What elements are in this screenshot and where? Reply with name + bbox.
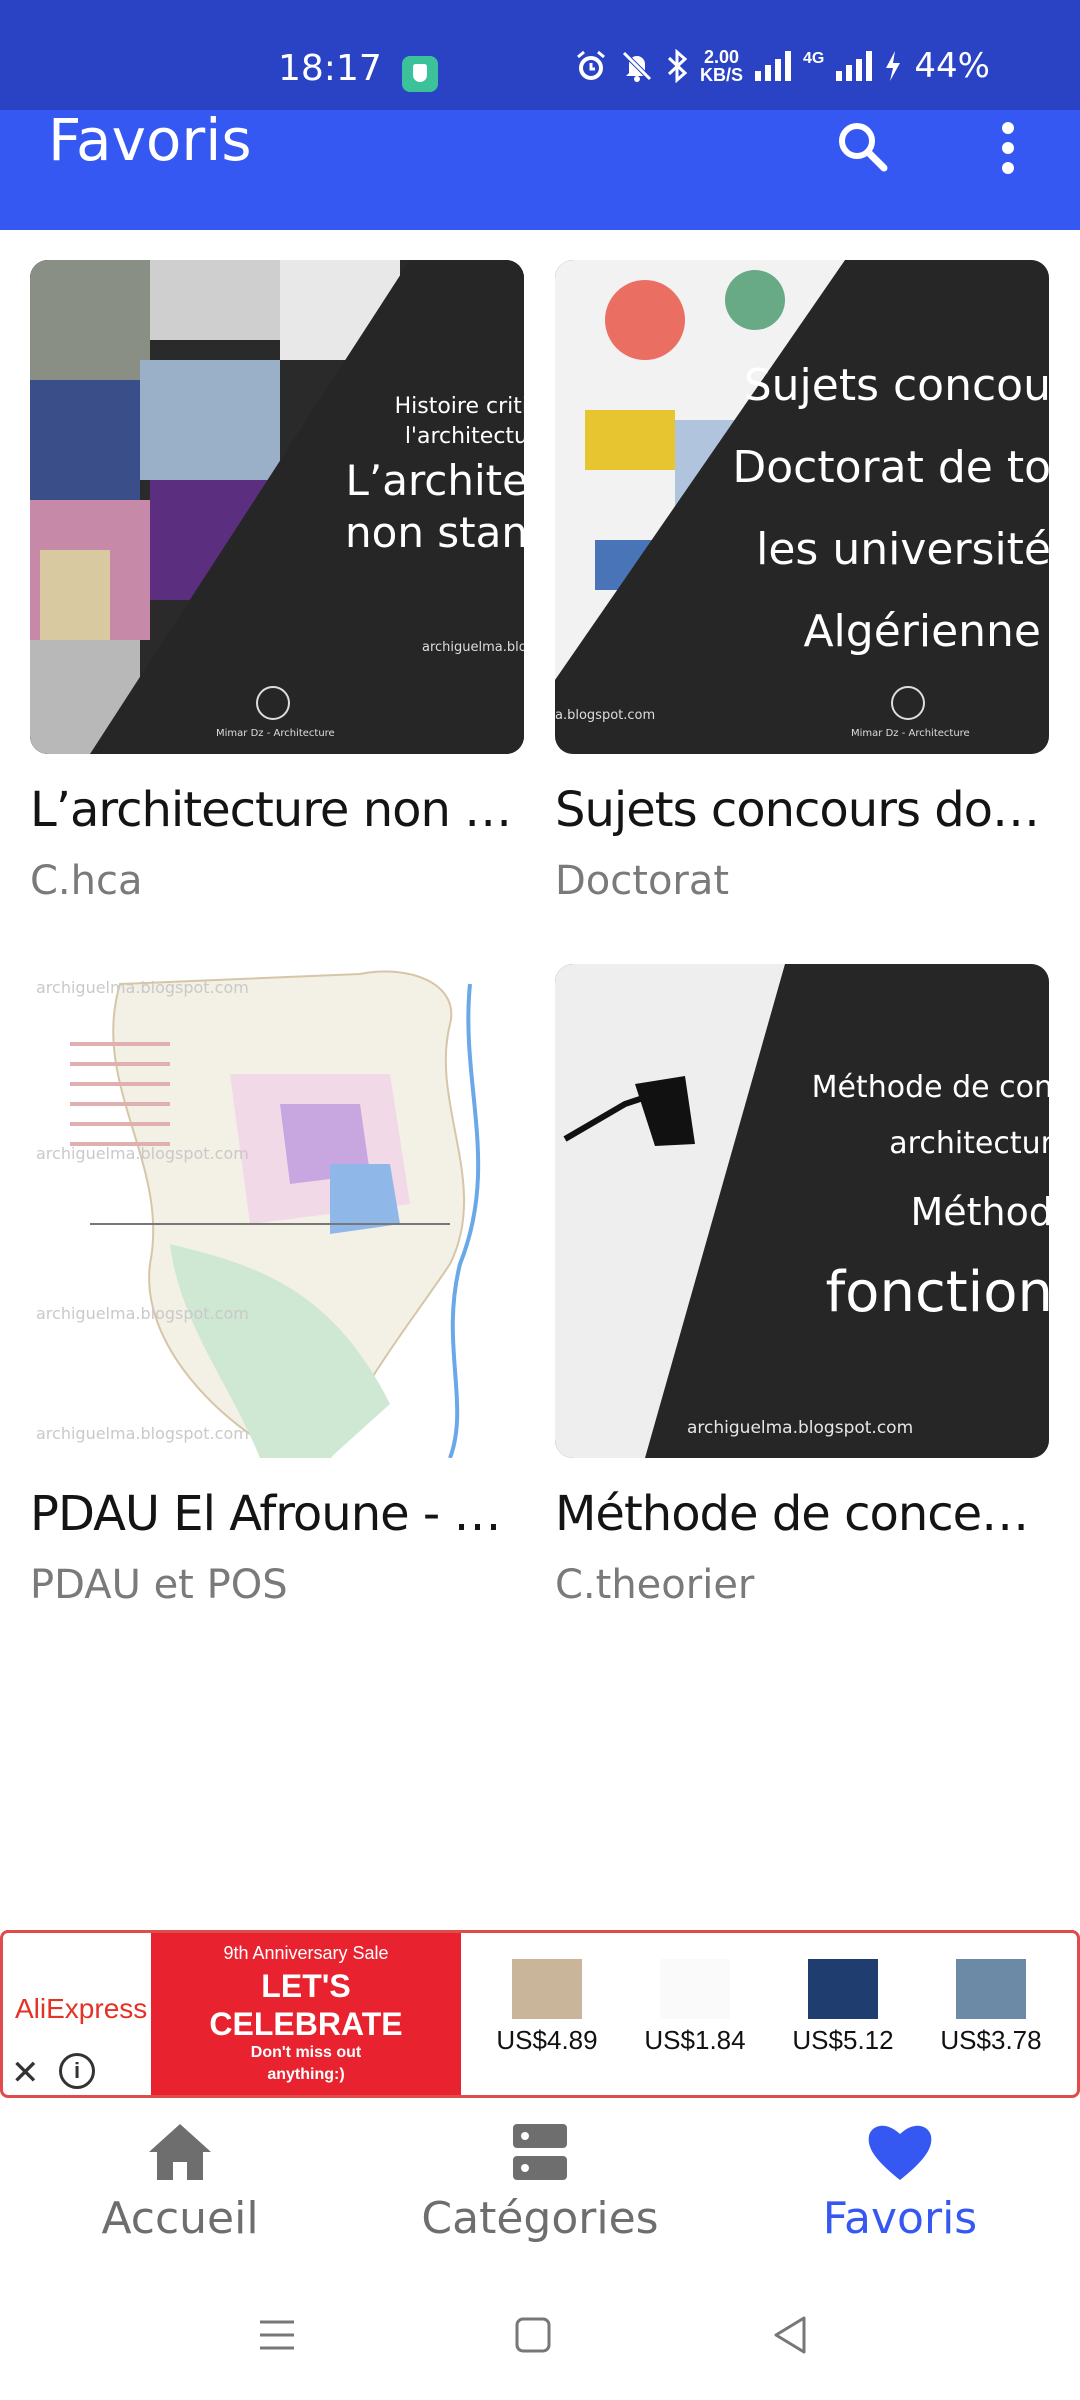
- charging-icon: [886, 51, 901, 81]
- search-icon[interactable]: [834, 118, 890, 174]
- more-vert-icon[interactable]: [988, 118, 1028, 178]
- info-icon[interactable]: i: [59, 2053, 95, 2089]
- card-thumbnail[interactable]: archiguelma.blogspot.com archiguelma.blo…: [30, 964, 524, 1458]
- net-speed: 2.00 KB/S: [700, 47, 744, 85]
- bottom-nav: Accueil Catégories Favoris: [0, 2100, 1080, 2270]
- signal-icon: [755, 51, 792, 81]
- recents-icon[interactable]: [252, 2310, 302, 2360]
- page-title: Favoris: [48, 106, 252, 174]
- alarm-icon: [577, 50, 605, 80]
- bluetooth-icon: [667, 49, 688, 83]
- ad-brand[interactable]: AliExpress: [15, 1993, 147, 2025]
- nav-label: Favoris: [822, 2193, 978, 2244]
- card-category: C.theorier: [555, 1562, 755, 1608]
- app-bar: Favoris: [0, 110, 1080, 230]
- status-bar: 18:17 2.00 KB/S 4G 44%: [0, 0, 1080, 110]
- nav-item-favoris[interactable]: Favoris: [750, 2120, 1050, 2244]
- battery-level: 44%: [914, 46, 990, 86]
- system-nav: [0, 2270, 1080, 2400]
- product-image: [660, 1959, 730, 2019]
- ad-banner[interactable]: AliExpress ✕ i 9th Anniversary Sale LET'…: [0, 1930, 1080, 2098]
- favorite-card[interactable]: archiguelma.blogspot.com archiguelma.blo…: [30, 964, 524, 1608]
- ad-product[interactable]: US$4.89: [473, 1959, 621, 2056]
- card-category: Doctorat: [555, 858, 730, 904]
- categories-icon: [513, 2124, 567, 2180]
- favorite-card[interactable]: Histoire criti l'architectu L’archite no…: [30, 260, 524, 904]
- status-icons: 2.00 KB/S 4G 44%: [574, 46, 990, 86]
- shield-icon: [402, 56, 438, 92]
- card-thumbnail[interactable]: Méthode de con architectur Méthod foncti…: [555, 964, 1049, 1458]
- home-square-icon[interactable]: [508, 2310, 558, 2360]
- ad-product[interactable]: US$3.78: [917, 1959, 1065, 2056]
- collage-image: [30, 260, 524, 754]
- card-thumbnail[interactable]: Histoire criti l'architectu L’archite no…: [30, 260, 524, 754]
- home-icon: [149, 2124, 211, 2180]
- status-time: 18:17: [278, 48, 382, 89]
- ad-promo[interactable]: 9th Anniversary Sale LET'S CELEBRATE Don…: [151, 1933, 461, 2095]
- card-title[interactable]: Méthode de conce…: [555, 1484, 1049, 1544]
- card-title[interactable]: Sujets concours do…: [555, 780, 1049, 840]
- product-image: [956, 1959, 1026, 2019]
- nav-item-categories[interactable]: Catégories: [390, 2120, 690, 2244]
- ad-product[interactable]: US$5.12: [769, 1959, 917, 2056]
- nav-label: Catégories: [421, 2193, 659, 2244]
- signal-icon-2: [836, 51, 873, 81]
- close-icon[interactable]: ✕: [11, 2053, 40, 2093]
- favorite-card[interactable]: Méthode de con architectur Méthod foncti…: [555, 964, 1049, 1608]
- collage-image: [555, 260, 1049, 754]
- favorite-card[interactable]: Sujets concou Doctorat de to les univers…: [555, 260, 1049, 904]
- mute-icon: [622, 51, 652, 82]
- nav-label: Accueil: [101, 2193, 259, 2244]
- nav-item-accueil[interactable]: Accueil: [30, 2120, 330, 2244]
- product-image: [808, 1959, 878, 2019]
- card-thumbnail[interactable]: Sujets concou Doctorat de to les univers…: [555, 260, 1049, 754]
- back-icon[interactable]: [766, 2310, 816, 2360]
- logo-icon: [256, 686, 290, 720]
- ad-products: US$4.89 US$1.84 US$5.12 US$3.78: [473, 1959, 1073, 2056]
- card-category: C.hca: [30, 858, 143, 904]
- map-image: [30, 964, 524, 1458]
- network-type: 4G: [803, 50, 825, 67]
- ad-product[interactable]: US$1.84: [621, 1959, 769, 2056]
- card-title[interactable]: PDAU El Afroune - L…: [30, 1484, 524, 1544]
- heart-icon: [868, 2125, 932, 2180]
- card-title[interactable]: L’architecture non …: [30, 780, 524, 840]
- card-category: PDAU et POS: [30, 1562, 288, 1608]
- logo-icon: [891, 686, 925, 720]
- product-image: [512, 1959, 582, 2019]
